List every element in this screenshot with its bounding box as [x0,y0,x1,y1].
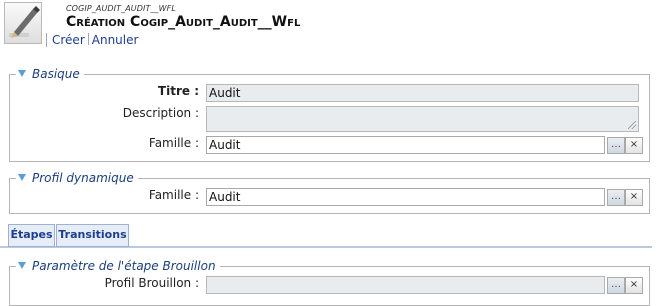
tab-etapes[interactable]: Étapes [8,224,55,247]
document-family-id: COGIP_AUDIT_AUDIT__WFL [66,4,176,13]
famille-clear-button[interactable]: × [625,137,643,154]
famille-browse-button[interactable]: … [607,137,625,154]
profil-brouillon-label: Profil Brouillon : [104,276,199,290]
legend-label: Basique [32,67,80,81]
description-field[interactable] [206,106,639,132]
famille-label: Famille : [148,136,199,150]
collapse-triangle-icon [18,70,26,77]
collapse-triangle-icon [18,262,26,269]
titre-field[interactable] [206,84,639,102]
profil-brouillon-field[interactable] [206,276,605,294]
fieldset-etape-brouillon: Paramètre de l'étape Brouillon Profil Br… [9,259,650,306]
page-title: Création Cogip_Audit_Audit__Wfl [66,14,301,30]
collapse-triangle-icon [18,174,26,181]
workflow-icon [4,2,42,44]
legend-label: Paramètre de l'étape Brouillon [32,259,216,273]
action-separator [87,33,89,45]
description-label: Description : [122,106,199,120]
profil-famille-field[interactable] [206,188,605,206]
fieldset-legend-profil[interactable]: Profil dynamique [16,171,138,185]
header-actions: Créer Annuler [46,33,138,47]
tab-transitions[interactable]: Transitions [56,224,129,247]
profil-famille-label: Famille : [148,188,199,202]
create-link[interactable]: Créer [52,33,85,47]
profil-brouillon-clear-button[interactable]: × [625,277,643,294]
fieldset-profil-dynamique: Profil dynamique Famille : … × [9,171,650,214]
titre-label: Titre : [157,84,199,98]
fieldset-basique: Basique Titre : Description : Famille : … [9,67,650,162]
fieldset-legend-basique[interactable]: Basique [16,67,84,81]
resize-handle-icon[interactable] [628,121,636,129]
famille-field[interactable] [206,136,605,154]
legend-label: Profil dynamique [32,171,134,185]
fieldset-legend-etape[interactable]: Paramètre de l'étape Brouillon [16,259,220,273]
profil-brouillon-browse-button[interactable]: … [607,277,625,294]
profil-famille-clear-button[interactable]: × [625,189,643,206]
cancel-link[interactable]: Annuler [92,33,139,47]
profil-famille-browse-button[interactable]: … [607,189,625,206]
